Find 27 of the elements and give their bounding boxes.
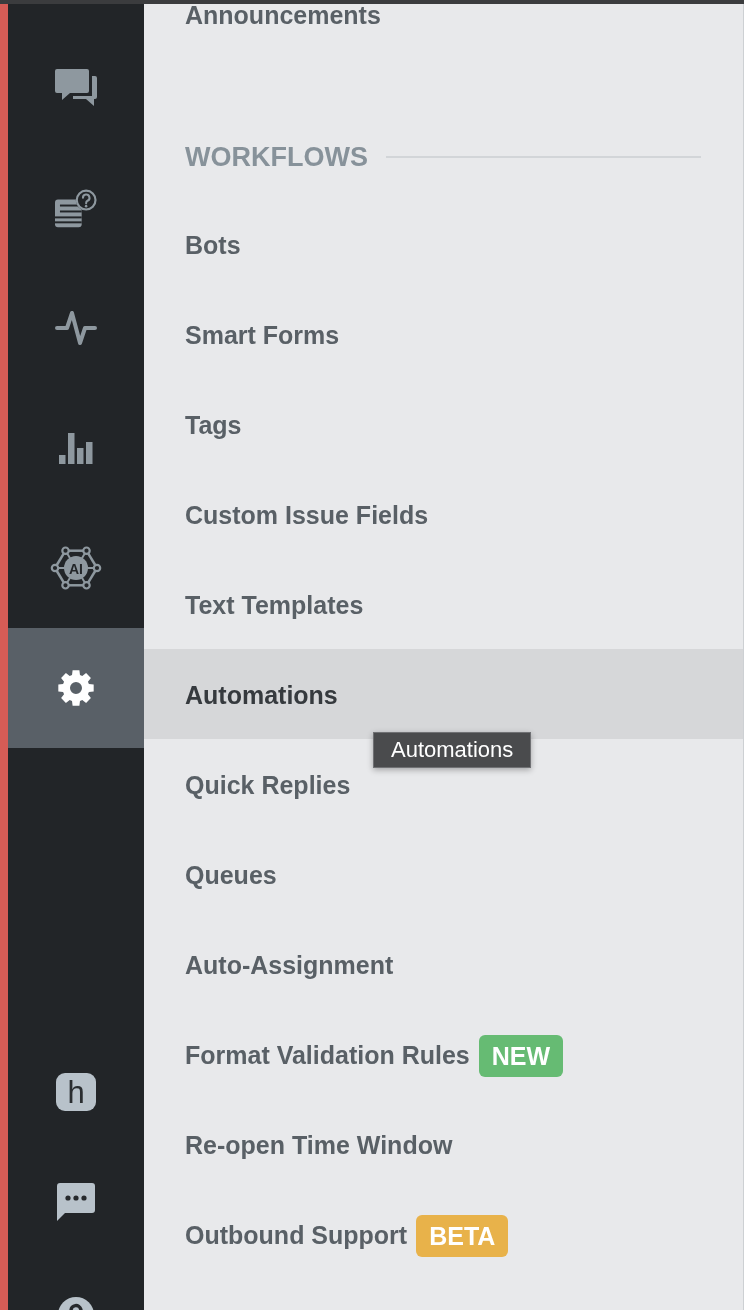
menu-item[interactable]: Bots [185,231,241,260]
pulse-line-icon [55,310,97,346]
menu-item[interactable]: Outbound Support [185,1221,408,1250]
menu-item[interactable]: Format Validation Rules [185,1041,470,1070]
tooltip: Automations [373,732,532,768]
chat-dots-icon [57,1183,95,1221]
status-badge: NEW [478,1034,564,1077]
menu-item[interactable]: Tags [185,411,242,440]
menu-item[interactable]: Smart Forms [185,321,340,350]
menu-item[interactable]: Queues [185,861,277,890]
menu-item[interactable]: Text Templates [185,591,364,620]
nav-button[interactable]: AI [8,508,144,628]
menu-item[interactable]: Automations [185,681,338,710]
section-heading: WORKFLOWS [185,142,368,172]
status-badge: BETA [416,1214,509,1257]
bar-chart-icon [59,432,93,464]
chat-bubbles-icon [55,69,97,107]
document-question-icon [55,188,97,228]
menu-item[interactable]: Announcements [185,4,381,27]
letter-h-icon: h [56,1073,96,1111]
settings-icon [58,670,94,706]
menu-item[interactable]: Auto-Assignment [185,951,394,980]
menu-item[interactable]: Re-open Time Window [185,1131,453,1160]
menu-item[interactable]: Quick Replies [185,771,351,800]
nav-button[interactable]: h [8,1037,144,1147]
menu-item[interactable]: Custom Issue Fields [185,501,429,530]
nav-button[interactable] [8,628,144,748]
